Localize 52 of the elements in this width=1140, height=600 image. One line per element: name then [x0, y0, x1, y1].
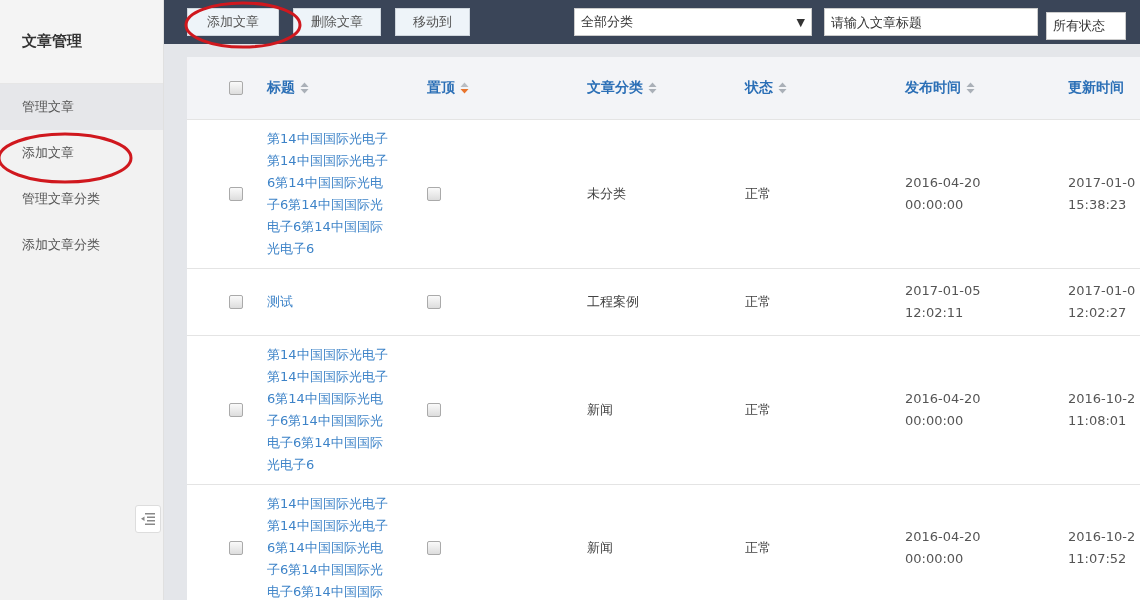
- category-text: 新闻: [587, 401, 613, 419]
- pin-checkbox[interactable]: [427, 541, 441, 555]
- column-header[interactable]: 更新时间: [1068, 79, 1124, 97]
- column-header[interactable]: 置顶: [427, 79, 455, 97]
- sort-icon[interactable]: [966, 82, 975, 94]
- sidebar-item[interactable]: 添加文章分类: [0, 222, 163, 268]
- status-text: 正常: [745, 185, 771, 203]
- update-time-text: 2017-01-0 12:02:27: [1068, 282, 1136, 322]
- toolbar-button[interactable]: 添加文章: [187, 8, 279, 36]
- update-time-text: 2016-10-2 11:08:01: [1068, 390, 1136, 430]
- sort-icon[interactable]: [778, 82, 787, 94]
- sidebar-title: 文章管理: [22, 32, 82, 51]
- publish-time-text: 2017-01-05 12:02:11: [905, 282, 981, 322]
- sort-icon[interactable]: [300, 82, 309, 94]
- sort-icon[interactable]: [648, 82, 657, 94]
- pin-checkbox[interactable]: [427, 187, 441, 201]
- publish-time-text: 2016-04-20 00:00:00: [905, 174, 981, 214]
- category-text: 未分类: [587, 185, 626, 203]
- article-title-link[interactable]: 第14中国国际光电子第14中国国际光电子6第14中国国际光电子6第14中国国际光电子6第14中国国际光电子6: [267, 128, 389, 260]
- row-checkbox[interactable]: [229, 403, 243, 417]
- pin-checkbox[interactable]: [427, 295, 441, 309]
- publish-time-text: 2016-04-20 00:00:00: [905, 390, 981, 430]
- article-title-link[interactable]: 第14中国国际光电子第14中国国际光电子6第14中国国际光电子6第14中国国际光电子6第14中国国际光电子6: [267, 344, 389, 476]
- row-checkbox[interactable]: [229, 541, 243, 555]
- sort-icon[interactable]: [460, 82, 469, 94]
- status-text: 正常: [745, 293, 771, 311]
- sidebar-item[interactable]: 管理文章分类: [0, 176, 163, 222]
- category-text: 新闻: [587, 539, 613, 557]
- toolbar-button[interactable]: 删除文章: [293, 8, 381, 36]
- status-text: 正常: [745, 401, 771, 419]
- search-field[interactable]: 请输入文章标题: [824, 8, 1038, 36]
- select-all-checkbox[interactable]: [229, 81, 243, 95]
- category-text: 工程案例: [587, 293, 639, 311]
- category-select[interactable]: 全部分类 ▼: [574, 8, 812, 36]
- publish-time-text: 2016-04-20 00:00:00: [905, 528, 981, 568]
- row-checkbox[interactable]: [229, 187, 243, 201]
- column-header[interactable]: 标题: [267, 79, 295, 97]
- update-time-text: 2016-10-2 11:07:52: [1068, 528, 1136, 568]
- sidebar-item[interactable]: 管理文章: [0, 84, 163, 130]
- collapse-menu-icon[interactable]: [135, 505, 161, 533]
- toolbar-button[interactable]: 移动到: [395, 8, 470, 36]
- row-checkbox[interactable]: [229, 295, 243, 309]
- column-header[interactable]: 状态: [745, 79, 773, 97]
- column-header[interactable]: 发布时间: [905, 79, 961, 97]
- column-header[interactable]: 文章分类: [587, 79, 643, 97]
- status-text: 正常: [745, 539, 771, 557]
- status-select[interactable]: 所有状态: [1046, 12, 1126, 40]
- pin-checkbox[interactable]: [427, 403, 441, 417]
- update-time-text: 2017-01-0 15:38:23: [1068, 174, 1136, 214]
- article-title-link[interactable]: 第14中国国际光电子第14中国国际光电子6第14中国国际光电子6第14中国国际光电子6第14中国国际: [267, 493, 389, 600]
- article-title-link[interactable]: 测试: [267, 291, 389, 313]
- sidebar-item[interactable]: 添加文章: [0, 130, 163, 176]
